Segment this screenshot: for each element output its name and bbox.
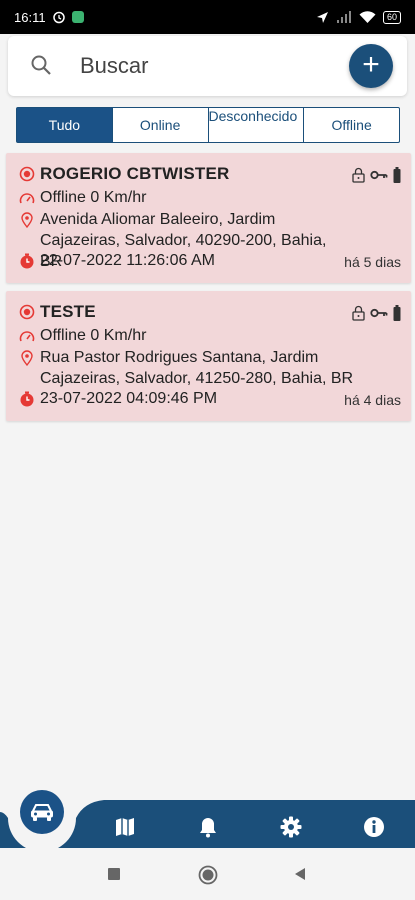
tab-unknown[interactable]: Desconhecido (207, 108, 304, 142)
map-icon (116, 818, 134, 836)
lock-icon (352, 305, 365, 321)
nav-info-button[interactable] (359, 812, 389, 842)
nav-settings-button[interactable] (276, 812, 306, 842)
status-dot-icon (19, 304, 35, 320)
tab-offline[interactable]: Offline (303, 108, 399, 142)
speedometer-icon (19, 331, 35, 342)
vehicle-card[interactable]: TESTE Offline 0 Km/hr Rua Pastor Rodrigu… (6, 291, 411, 421)
vehicle-status: Offline 0 Km/hr (40, 189, 147, 206)
vehicle-name: ROGERIO CBTWISTER (40, 164, 230, 183)
lock-icon (352, 167, 365, 183)
info-icon (364, 817, 384, 837)
search-input[interactable] (80, 50, 330, 82)
status-time: 16:11 (14, 9, 46, 25)
key-icon (370, 170, 388, 180)
last-update-ago: há 5 dias (344, 254, 401, 270)
add-vehicle-button[interactable]: + (349, 44, 393, 88)
search-bar: + (8, 36, 407, 96)
vehicle-card[interactable]: ROGERIO CBTWISTER Offline 0 Km/hr Avenid… (6, 153, 411, 283)
search-icon[interactable] (30, 54, 52, 76)
car-icon (31, 804, 53, 821)
vehicle-status: Offline 0 Km/hr (40, 327, 147, 344)
back-icon[interactable] (293, 867, 307, 881)
recents-icon[interactable] (107, 867, 121, 881)
bell-icon (200, 818, 216, 838)
battery-status-icon (393, 305, 401, 321)
vehicle-timestamp: 23-07-2022 04:09:46 PM (40, 390, 218, 407)
tab-all[interactable]: Tudo (17, 108, 112, 142)
key-icon (370, 308, 388, 318)
vehicle-address: Rua Pastor Rodrigues Santana, Jardim Caj… (40, 349, 354, 387)
speedometer-icon (19, 193, 35, 204)
status-dot-icon (19, 166, 35, 182)
vehicle-name: TESTE (40, 302, 96, 321)
wifi-icon (359, 10, 376, 23)
app-notification-icon (71, 11, 84, 23)
tab-online[interactable]: Online (111, 108, 208, 142)
gear-icon (280, 816, 302, 838)
android-navigation-bar (0, 850, 415, 900)
vehicle-timestamp: 22-07-2022 11:26:06 AM (40, 252, 215, 269)
bottom-navigation (0, 790, 415, 848)
nav-notifications-button[interactable] (193, 812, 223, 842)
battery-icon: 60 (382, 10, 401, 24)
status-filter-tabs: Tudo Online Desconhecido Offline (16, 107, 400, 143)
last-update-ago: há 4 dias (344, 392, 401, 408)
clock-icon (20, 253, 34, 269)
location-pin-icon (21, 212, 33, 228)
clock-icon (20, 391, 34, 407)
location-pin-icon (21, 350, 33, 366)
alarm-icon (52, 11, 65, 24)
signal-icon (336, 10, 351, 23)
nav-map-button[interactable] (110, 812, 140, 842)
home-icon[interactable] (198, 865, 218, 885)
location-arrow-icon (316, 11, 328, 23)
status-bar: 16:11 60 (0, 0, 415, 34)
battery-status-icon (393, 167, 401, 183)
nav-vehicles-button[interactable] (20, 790, 64, 834)
